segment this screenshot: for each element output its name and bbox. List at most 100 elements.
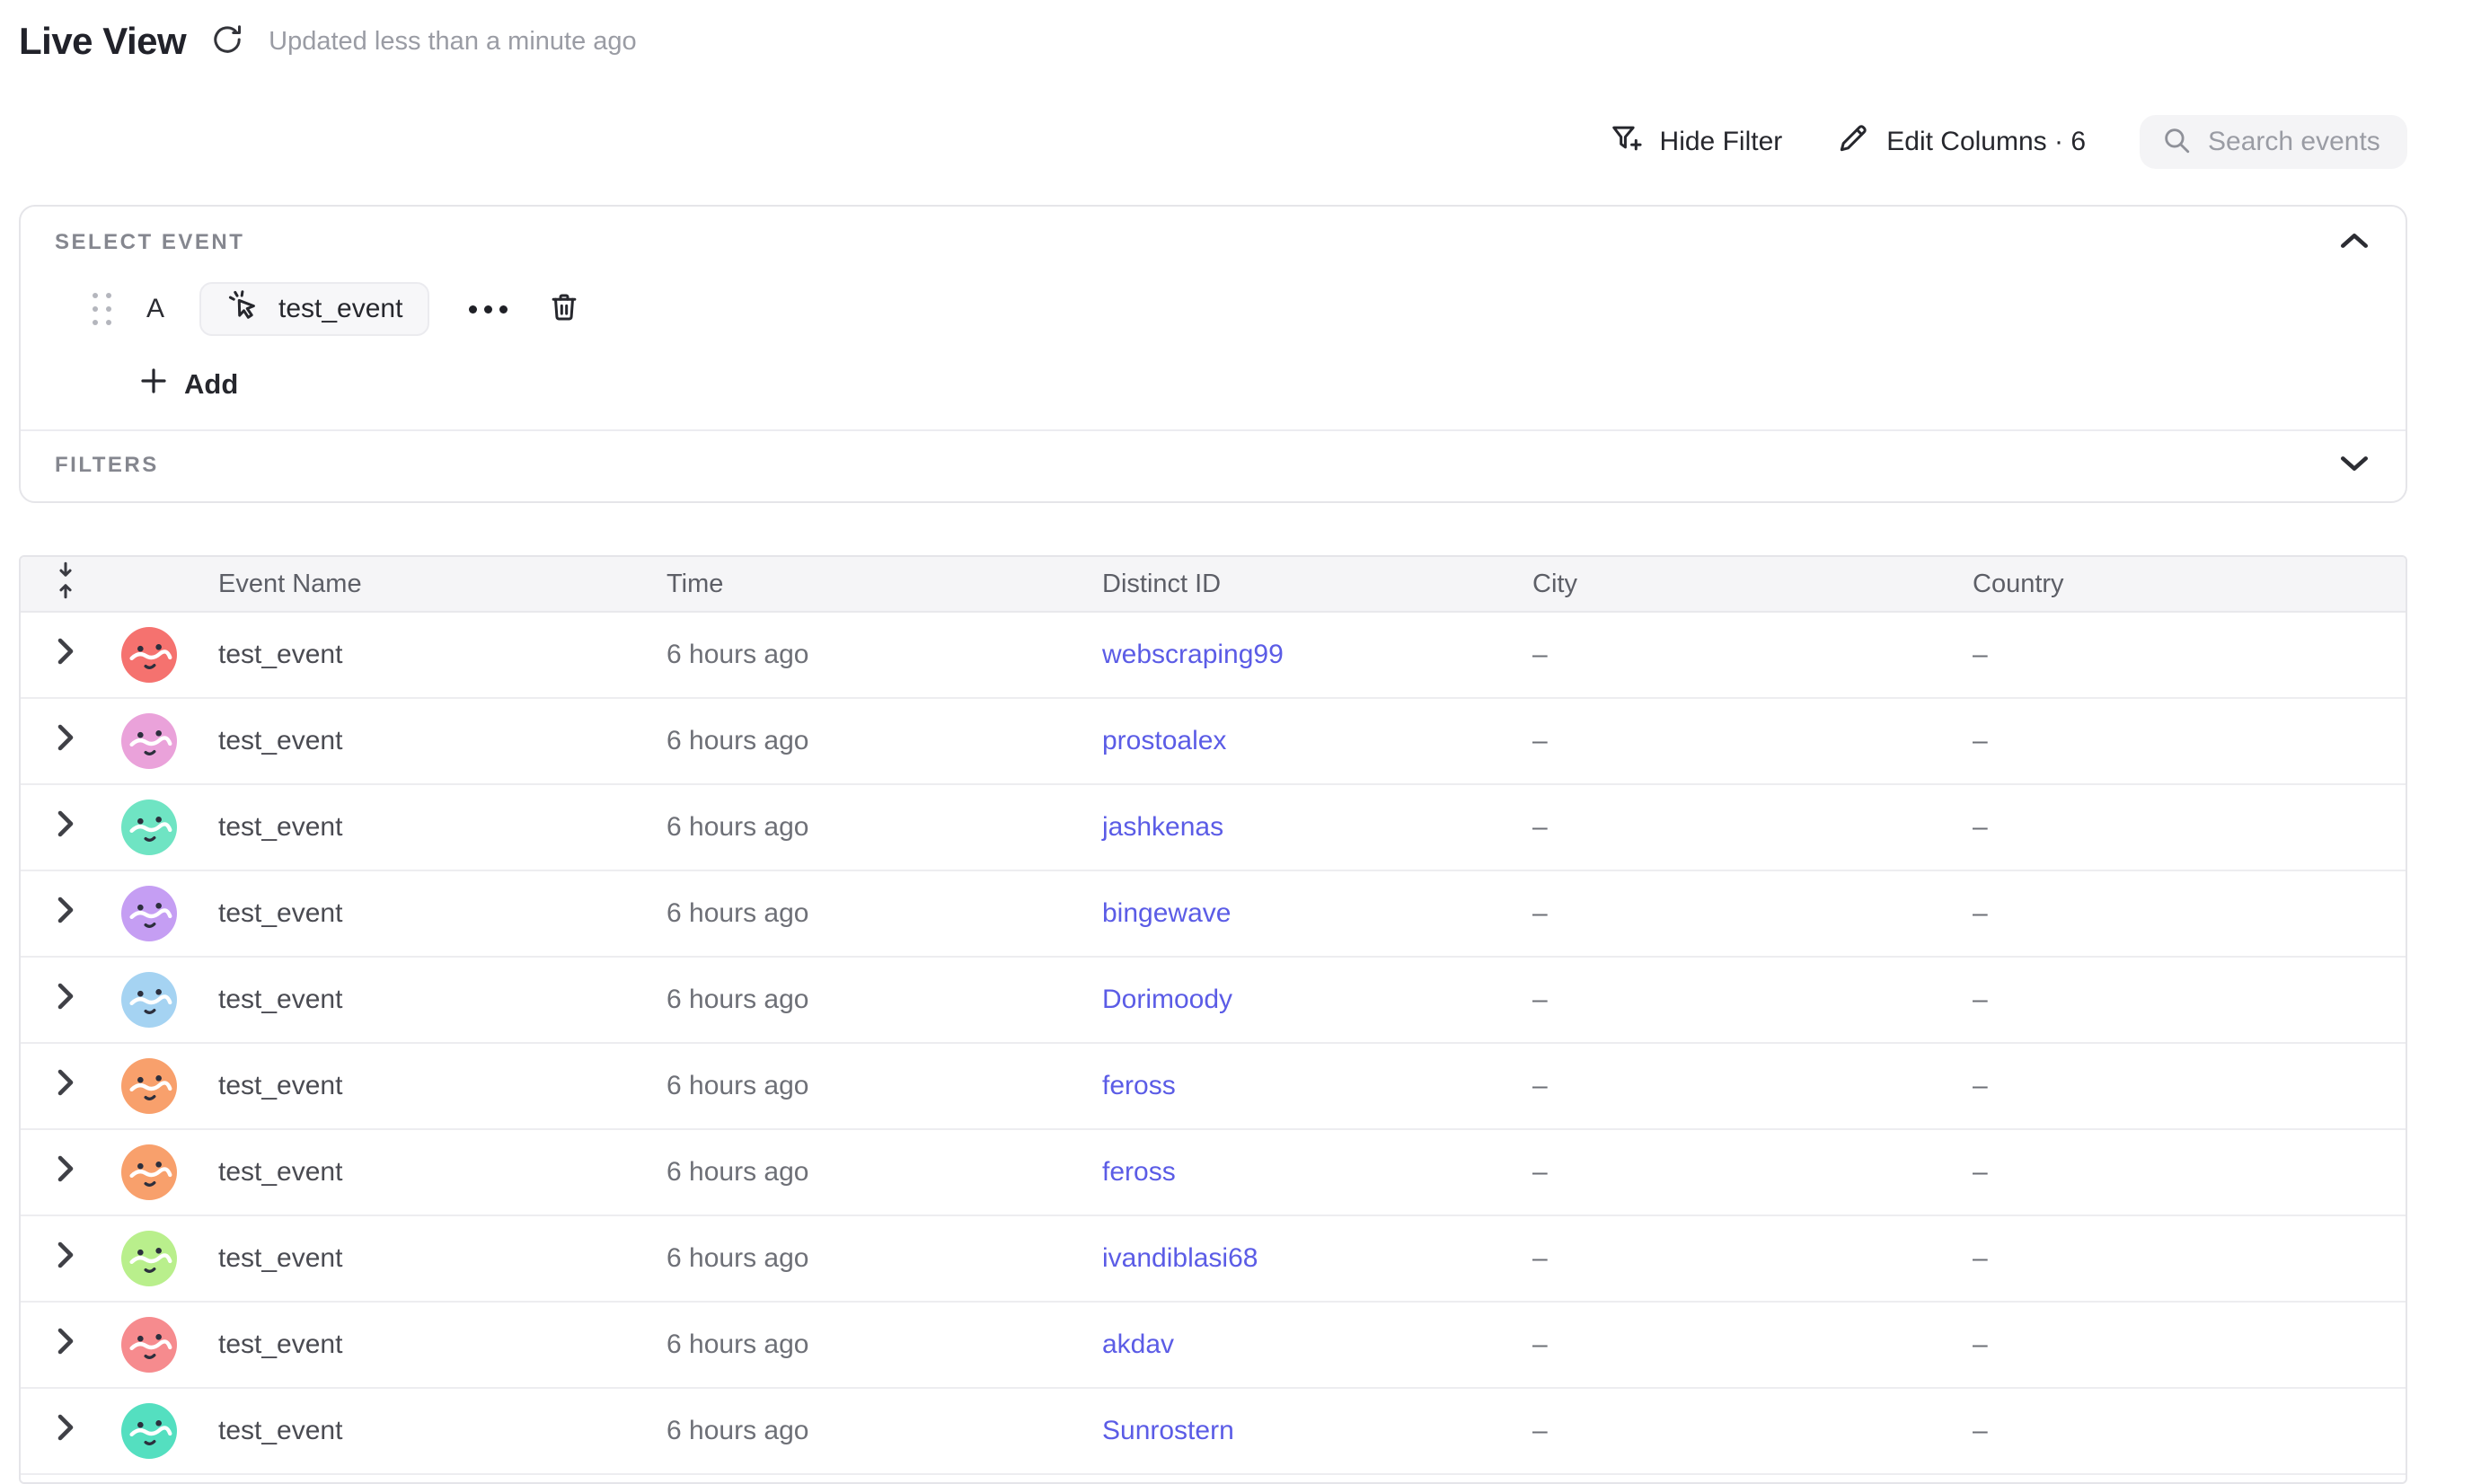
expand-row-button[interactable] bbox=[21, 637, 110, 673]
cursor-click-icon bbox=[226, 288, 260, 330]
distinct-id-link[interactable]: Sunrostern bbox=[1072, 1416, 1502, 1446]
city-cell: – bbox=[1502, 1157, 1942, 1188]
table-row: test_event 6 hours ago Sunrostern – – bbox=[21, 1389, 2406, 1475]
chevron-right-icon bbox=[57, 1241, 75, 1276]
edit-columns-label: Edit Columns · 6 bbox=[1886, 127, 2086, 157]
chevron-up-icon bbox=[2339, 231, 2370, 255]
refresh-icon bbox=[211, 23, 243, 60]
distinct-id-link[interactable]: feross bbox=[1072, 1071, 1502, 1101]
hide-filter-funnel-icon bbox=[1610, 121, 1644, 163]
events-table: Event Name Time Distinct ID City Country bbox=[19, 555, 2407, 1484]
page-header: Live View Updated less than a minute ago bbox=[19, 20, 637, 63]
city-cell: – bbox=[1502, 1071, 1942, 1101]
hide-filter-button[interactable]: Hide Filter bbox=[1610, 121, 1783, 163]
time-cell: 6 hours ago bbox=[636, 726, 1072, 756]
distinct-id-link[interactable]: bingewave bbox=[1072, 898, 1502, 929]
chevron-right-icon bbox=[57, 896, 75, 932]
expand-row-button[interactable] bbox=[21, 1154, 110, 1190]
expand-row-button[interactable] bbox=[21, 982, 110, 1018]
distinct-id-link[interactable]: jashkenas bbox=[1072, 812, 1502, 843]
city-cell: – bbox=[1502, 812, 1942, 843]
table-row: test_event 6 hours ago Dorimoody – – bbox=[21, 958, 2406, 1044]
country-cell: – bbox=[1942, 1071, 2406, 1101]
table-header-row: Event Name Time Distinct ID City Country bbox=[21, 557, 2406, 613]
collapse-all-rows-button[interactable] bbox=[21, 561, 110, 607]
event-name-cell: test_event bbox=[188, 1243, 636, 1274]
plus-icon bbox=[139, 367, 168, 402]
column-header-event-name[interactable]: Event Name bbox=[188, 570, 636, 599]
user-avatar bbox=[121, 1317, 177, 1373]
refresh-button[interactable] bbox=[211, 23, 243, 60]
event-name-cell: test_event bbox=[188, 1157, 636, 1188]
expand-row-button[interactable] bbox=[21, 723, 110, 759]
table-row: test_event 6 hours ago akdav – – bbox=[21, 1303, 2406, 1389]
trash-icon bbox=[547, 290, 581, 329]
distinct-id-link[interactable]: webscraping99 bbox=[1072, 640, 1502, 670]
expand-row-button[interactable] bbox=[21, 809, 110, 845]
chevron-right-icon bbox=[57, 1413, 75, 1449]
user-avatar bbox=[121, 1403, 177, 1459]
country-cell: – bbox=[1942, 985, 2406, 1015]
distinct-id-link[interactable]: prostoalex bbox=[1072, 726, 1502, 756]
country-cell: – bbox=[1942, 1416, 2406, 1446]
chevron-right-icon bbox=[57, 723, 75, 759]
add-event-button[interactable]: Add bbox=[139, 367, 238, 402]
time-cell: 6 hours ago bbox=[636, 1329, 1072, 1360]
more-options-ellipsis-icon[interactable] bbox=[462, 298, 515, 321]
event-name-cell: test_event bbox=[188, 985, 636, 1015]
expand-row-button[interactable] bbox=[21, 896, 110, 932]
user-avatar bbox=[121, 972, 177, 1028]
time-cell: 6 hours ago bbox=[636, 1416, 1072, 1446]
event-clause-row: A test_event bbox=[93, 282, 2406, 336]
expand-filters-button[interactable] bbox=[2339, 454, 2370, 478]
event-selector-button[interactable]: test_event bbox=[199, 282, 429, 336]
filters-label: FILTERS bbox=[55, 453, 159, 478]
distinct-id-link[interactable]: feross bbox=[1072, 1157, 1502, 1188]
time-cell: 6 hours ago bbox=[636, 640, 1072, 670]
chevron-down-icon bbox=[2339, 454, 2370, 478]
expand-row-button[interactable] bbox=[21, 1068, 110, 1104]
select-event-label: SELECT EVENT bbox=[55, 230, 244, 255]
expand-row-button[interactable] bbox=[21, 1241, 110, 1276]
user-avatar bbox=[121, 627, 177, 683]
city-cell: – bbox=[1502, 898, 1942, 929]
event-selector-label: test_event bbox=[278, 294, 402, 324]
user-avatar bbox=[121, 1058, 177, 1114]
time-cell: 6 hours ago bbox=[636, 898, 1072, 929]
column-header-time[interactable]: Time bbox=[636, 570, 1072, 599]
event-name-cell: test_event bbox=[188, 1329, 636, 1360]
expand-row-button[interactable] bbox=[21, 1327, 110, 1363]
drag-handle-icon[interactable] bbox=[93, 293, 111, 325]
column-header-country[interactable]: Country bbox=[1942, 570, 2406, 599]
country-cell: – bbox=[1942, 726, 2406, 756]
time-cell: 6 hours ago bbox=[636, 1071, 1072, 1101]
chevron-right-icon bbox=[57, 809, 75, 845]
search-events-box[interactable] bbox=[2140, 115, 2407, 169]
distinct-id-link[interactable]: Dorimoody bbox=[1072, 985, 1502, 1015]
filters-section-header[interactable]: FILTERS bbox=[21, 431, 2406, 501]
city-cell: – bbox=[1502, 1329, 1942, 1360]
table-row: test_event 6 hours ago bingewave – – bbox=[21, 871, 2406, 958]
city-cell: – bbox=[1502, 985, 1942, 1015]
column-header-city[interactable]: City bbox=[1502, 570, 1942, 599]
country-cell: – bbox=[1942, 640, 2406, 670]
table-row: test_event 6 hours ago jashkenas – – bbox=[21, 785, 2406, 871]
event-name-cell: test_event bbox=[188, 1071, 636, 1101]
user-avatar bbox=[121, 713, 177, 769]
edit-columns-pencil-icon bbox=[1836, 121, 1870, 163]
country-cell: – bbox=[1942, 898, 2406, 929]
table-row: test_event 6 hours ago prostoalex – – bbox=[21, 699, 2406, 785]
collapse-rows-icon bbox=[54, 561, 77, 607]
country-cell: – bbox=[1942, 1243, 2406, 1274]
time-cell: 6 hours ago bbox=[636, 1243, 1072, 1274]
column-header-distinct-id[interactable]: Distinct ID bbox=[1072, 570, 1502, 599]
expand-row-button[interactable] bbox=[21, 1413, 110, 1449]
distinct-id-link[interactable]: akdav bbox=[1072, 1329, 1502, 1360]
city-cell: – bbox=[1502, 1416, 1942, 1446]
delete-event-button[interactable] bbox=[547, 290, 581, 329]
search-events-input[interactable] bbox=[2208, 127, 2386, 157]
distinct-id-link[interactable]: ivandiblasi68 bbox=[1072, 1243, 1502, 1274]
collapse-select-event-button[interactable] bbox=[2339, 231, 2370, 255]
chevron-right-icon bbox=[57, 1154, 75, 1190]
edit-columns-button[interactable]: Edit Columns · 6 bbox=[1836, 121, 2086, 163]
